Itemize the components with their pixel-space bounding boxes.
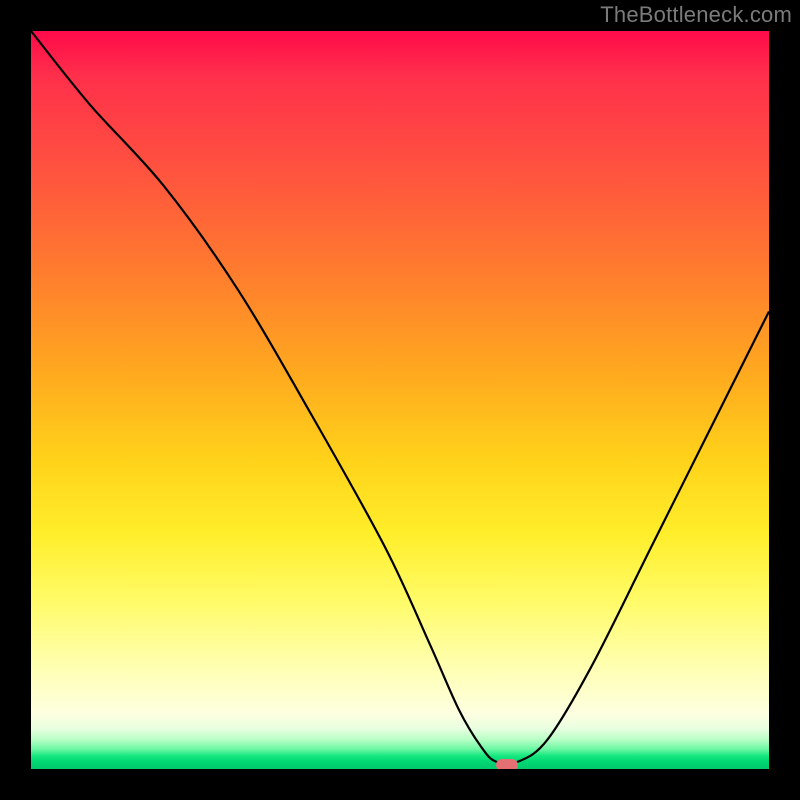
optimum-marker bbox=[496, 759, 518, 769]
plot-area bbox=[31, 31, 769, 769]
bottleneck-curve bbox=[31, 31, 769, 769]
chart-frame: TheBottleneck.com bbox=[0, 0, 800, 800]
watermark-text: TheBottleneck.com bbox=[600, 2, 792, 28]
curve-path bbox=[31, 31, 769, 764]
